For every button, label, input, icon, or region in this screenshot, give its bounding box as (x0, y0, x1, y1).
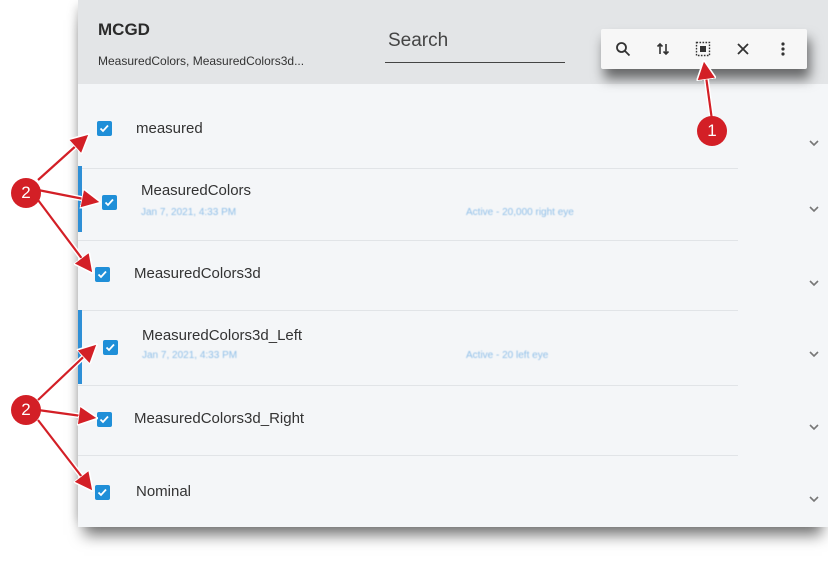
callout-arrows (36, 0, 828, 561)
callout-marker: 2 (11, 395, 41, 425)
callout-marker: 1 (697, 116, 727, 146)
callout-arrow (704, 62, 712, 121)
callout-marker: 2 (11, 178, 41, 208)
